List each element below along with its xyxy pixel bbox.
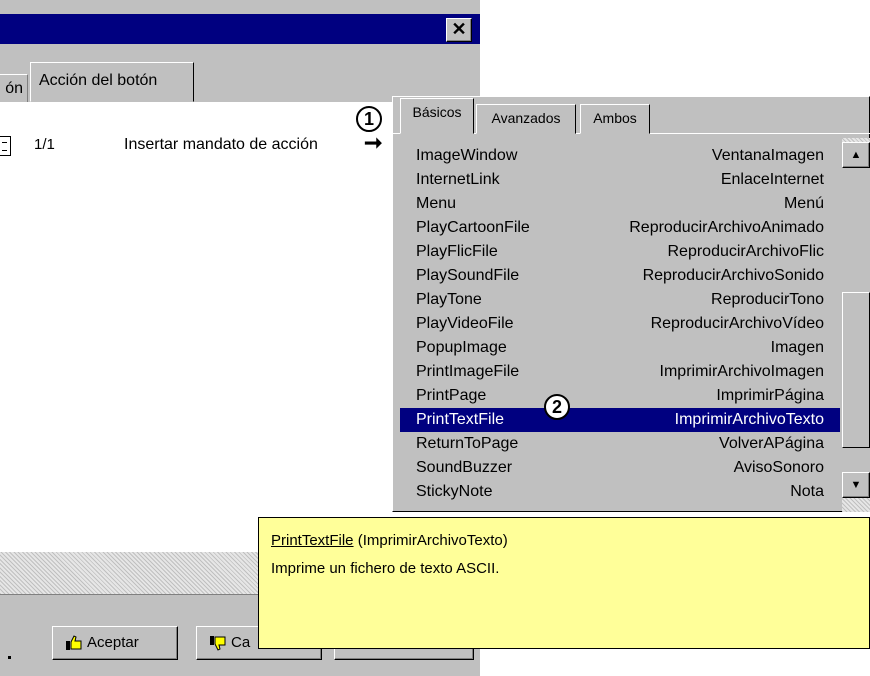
command-name: PrintTextFile (416, 411, 505, 428)
tooltip-translation: (ImprimirArchivoTexto) (353, 532, 508, 549)
command-name: PrintImageFile (416, 363, 520, 380)
list-item[interactable]: PlayTone ReproducirTono (400, 288, 840, 312)
command-translation: Nota (790, 483, 824, 500)
tooltip-description: Imprime un fichero de texto ASCII. (271, 560, 500, 577)
command-name: SoundBuzzer (416, 459, 513, 476)
command-translation: ReproducirArchivoAnimado (629, 219, 824, 236)
scroll-up-button[interactable]: ▲ (842, 142, 870, 168)
list-item[interactable]: PrintTextFile ImprimirArchivoTexto (400, 408, 840, 432)
ok-button[interactable]: Aceptar (52, 626, 178, 660)
command-translation: ReproducirArchivoFlic (667, 243, 825, 260)
command-translation: Imagen (770, 339, 824, 356)
command-index: 1/1 (34, 136, 55, 153)
cancel-button-label: Ca (231, 634, 251, 651)
command-list[interactable]: ImageWindow VentanaImagen InternetLink Enla… (400, 144, 840, 504)
dot (8, 656, 11, 659)
close-button[interactable]: ✕ (446, 18, 472, 42)
list-item[interactable]: StickyNote Nota (400, 480, 840, 504)
list-item[interactable]: PlayCartoonFile ReproducirArchivoAnimado (400, 216, 840, 240)
command-translation: EnlaceInternet (720, 171, 824, 188)
command-translation: VentanaImagen (711, 147, 824, 164)
command-translation: ReproducirArchivoSonido (642, 267, 824, 284)
command-translation: ImprimirArchivoImagen (659, 363, 824, 380)
list-item[interactable]: PlayFlicFile ReproducirArchivoFlic (400, 240, 840, 264)
list-item[interactable]: PopupImage Imagen (400, 336, 840, 360)
list-item[interactable]: PlaySoundFile ReproducirArchivoSonido (400, 264, 840, 288)
tab-button-action[interactable]: Acción del botón (30, 62, 194, 102)
command-translation: ImprimirArchivoTexto (674, 411, 824, 428)
arrow-icon: ➞ (364, 130, 383, 155)
document-icon (0, 136, 11, 156)
list-item[interactable]: SoundBuzzer AvisoSonoro (400, 456, 840, 480)
command-tooltip: PrintTextFile (ImprimirArchivoTexto) Imp… (258, 517, 870, 649)
tooltip-command-link[interactable]: PrintTextFile (271, 532, 354, 549)
command-translation: AvisoSonoro (733, 459, 824, 476)
thumbs-down-icon (210, 636, 226, 651)
scrollbar-thumb[interactable] (842, 292, 870, 448)
scroll-down-button[interactable]: ▼ (842, 472, 870, 498)
title-bar (0, 14, 480, 44)
tab-both[interactable]: Ambos (580, 104, 650, 134)
command-name: PrintPage (416, 387, 487, 404)
command-name: PlayFlicFile (416, 243, 498, 260)
insert-command-label[interactable]: Insertar mandato de acción (124, 136, 318, 154)
command-name: InternetLink (416, 171, 500, 188)
list-item[interactable]: PrintPage ImprimirPágina (400, 384, 840, 408)
list-item[interactable]: InternetLink EnlaceInternet (400, 168, 840, 192)
list-item[interactable]: PlayVideoFile ReproducirArchivoVídeo (400, 312, 840, 336)
command-translation: VolverAPágina (719, 435, 824, 452)
command-name: PlayCartoonFile (416, 219, 530, 236)
tab-basic[interactable]: Básicos (400, 98, 474, 134)
command-name: PlayTone (416, 291, 482, 308)
command-name: ReturnToPage (416, 435, 519, 452)
list-item[interactable]: ReturnToPage VolverAPágina (400, 432, 840, 456)
thumbs-up-icon (66, 635, 82, 650)
list-item[interactable]: PrintImageFile ImprimirArchivoImagen (400, 360, 840, 384)
command-translation: ReproducirArchivoVídeo (650, 315, 824, 332)
tooltip-title: PrintTextFile (ImprimirArchivoTexto) (271, 532, 508, 549)
tab-advanced[interactable]: Avanzados (476, 104, 576, 134)
command-name: Menu (416, 195, 457, 212)
command-translation: Menú (783, 195, 824, 212)
command-name: PlaySoundFile (416, 267, 520, 284)
list-item[interactable]: ImageWindow VentanaImagen (400, 144, 840, 168)
command-name: PlayVideoFile (416, 315, 514, 332)
tab-previous[interactable]: ón (0, 74, 28, 102)
command-name: StickyNote (416, 483, 493, 500)
callout-marker-1: 1 (356, 106, 382, 132)
command-name: PopupImage (416, 339, 507, 356)
list-item[interactable]: Menu Menú (400, 192, 840, 216)
command-translation: ImprimirPágina (716, 387, 824, 404)
command-name: ImageWindow (416, 147, 518, 164)
ok-button-label: Aceptar (87, 634, 139, 651)
command-translation: ReproducirTono (711, 291, 824, 308)
callout-marker-2: 2 (544, 394, 570, 420)
